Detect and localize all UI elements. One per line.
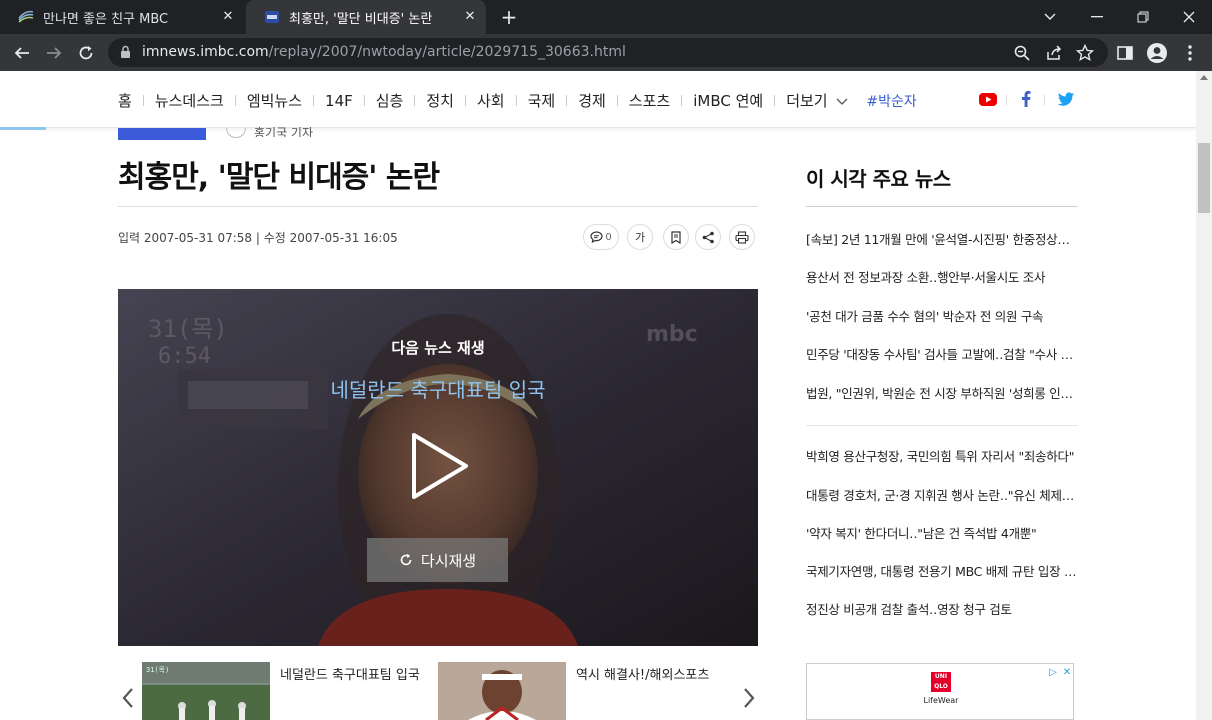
- related-video-title[interactable]: 역시 해결사!/해외스포츠: [576, 664, 709, 683]
- imbc-favicon-icon: [265, 11, 279, 23]
- hashtag-link[interactable]: #박순자: [866, 91, 916, 111]
- divider: [806, 206, 1078, 207]
- reporter-name[interactable]: 홍기국 기자: [254, 124, 313, 137]
- restore-icon[interactable]: [1120, 0, 1166, 34]
- forward-arrow-icon[interactable]: [41, 40, 67, 66]
- news-list-item[interactable]: 민주당 '대장동 수사팀' 검사들 고발에‥검찰 "수사 방해": [806, 344, 1078, 363]
- menu-item-indepth[interactable]: 심층: [376, 90, 404, 111]
- facebook-icon[interactable]: [1016, 89, 1036, 109]
- video-player[interactable]: 31(목) 6:54 mbc 다음 뉴스 재생 네덜란드 축구대표팀 입국 다시…: [118, 289, 758, 646]
- menu-item-newsdesk[interactable]: 뉴스데스크: [155, 90, 224, 111]
- site-header: 홈 뉴스데스크 엠빅뉴스 14F 심층 정치 사회 국제 경제 스포츠 iMBC…: [0, 71, 1196, 128]
- comment-count: 0: [605, 231, 612, 243]
- back-arrow-icon[interactable]: [9, 40, 35, 66]
- menu-item-14f[interactable]: 14F: [325, 92, 353, 110]
- menu-item-home[interactable]: 홈: [118, 90, 132, 111]
- news-list-item[interactable]: '공천 대가 금품 수수 혐의' 박순자 전 의원 구속: [806, 306, 1078, 325]
- chevron-down-icon: [836, 98, 848, 105]
- scroll-up-arrow-icon[interactable]: [1200, 75, 1208, 80]
- share-icon[interactable]: [1045, 44, 1063, 62]
- adchoices-icon[interactable]: ▷: [1047, 667, 1059, 679]
- tab-title: 최홍만, '말단 비대증' 논란: [289, 11, 433, 27]
- menu-item-society[interactable]: 사회: [477, 90, 505, 111]
- comment-icon: [590, 231, 603, 243]
- svg-text:31(목): 31(목): [146, 666, 169, 674]
- share-icon: [702, 231, 714, 243]
- advertisement-banner[interactable]: UNI QLO LifeWear ▷ ✕: [806, 663, 1074, 720]
- play-icon[interactable]: [408, 431, 472, 501]
- news-list-item[interactable]: [속보] 2년 11개월 만에 '윤석열-시진핑' 한중정상회담: [806, 229, 1078, 248]
- article-dates: 입력 2007-05-31 07:58 | 수정 2007-05-31 16:0…: [118, 231, 398, 245]
- news-list-item[interactable]: 대통령 경호처, 군·경 지휘권 행사 논란‥"유신 체제로 회귀": [806, 485, 1078, 504]
- uniqlo-logo: UNI QLO: [931, 672, 951, 692]
- reporter-avatar-icon: [226, 128, 246, 138]
- close-tab-icon[interactable]: ✕: [462, 9, 478, 25]
- menu-item-more[interactable]: 더보기: [786, 90, 848, 111]
- news-list-item[interactable]: 박희영 용산구청장, 국민의힘 특위 자리서 "죄송하다": [806, 446, 1078, 465]
- article-headline: 최홍만, '말단 비대증' 논란: [118, 160, 440, 195]
- side-panel-icon[interactable]: [1114, 42, 1136, 64]
- bookmark-icon: [671, 230, 681, 244]
- print-button[interactable]: [729, 224, 755, 250]
- sidebar-title: 이 시각 주요 뉴스: [806, 167, 951, 191]
- next-news-title[interactable]: 네덜란드 축구대표팀 입국: [118, 374, 758, 403]
- news-list-item[interactable]: 국제기자연맹, 대통령 전용기 MBC 배제 규탄 입장 발표: [806, 561, 1078, 580]
- reading-progress-bar: [0, 127, 46, 130]
- related-video-thumbnail[interactable]: [438, 662, 566, 720]
- close-ad-icon[interactable]: ✕: [1061, 667, 1073, 679]
- related-video-title[interactable]: 네덜란드 축구대표팀 입국: [280, 664, 420, 683]
- menu-item-politics[interactable]: 정치: [426, 90, 454, 111]
- browser-menu-icon[interactable]: [1179, 42, 1201, 64]
- print-icon: [735, 230, 749, 244]
- news-list-item[interactable]: 법원, "인권위, 박원순 전 시장 부하직원 '성희롱 인정' 정당": [806, 383, 1078, 402]
- menu-item-economy[interactable]: 경제: [578, 90, 606, 111]
- browser-tab[interactable]: 만나면 좋은 친구 MBC ✕: [0, 0, 244, 34]
- category-badge[interactable]: [118, 128, 206, 140]
- browser-tab-active[interactable]: 최홍만, '말단 비대증' 논란 ✕: [246, 0, 486, 34]
- address-bar[interactable]: imnews.imbc.com/replay/2007/nwtoday/arti…: [108, 38, 1108, 67]
- youtube-icon[interactable]: [978, 89, 998, 109]
- close-tab-icon[interactable]: ✕: [220, 9, 236, 25]
- divider: [118, 206, 758, 207]
- carousel-prev-icon[interactable]: [121, 687, 135, 709]
- font-size-button[interactable]: 가: [627, 224, 653, 250]
- bookmark-button[interactable]: [663, 224, 689, 250]
- tab-title: 만나면 좋은 친구 MBC: [43, 11, 169, 27]
- replay-button[interactable]: 다시재생: [367, 538, 508, 582]
- menu-item-imbc-entertainment[interactable]: iMBC 연예: [693, 90, 763, 111]
- news-list-item[interactable]: 정진상 비공개 검찰 출석‥영장 청구 검토: [806, 599, 1078, 618]
- bookmark-star-icon[interactable]: [1076, 44, 1094, 62]
- carousel-next-icon[interactable]: [742, 687, 756, 709]
- minimize-icon[interactable]: [1074, 0, 1120, 34]
- scrollbar-thumb[interactable]: [1198, 143, 1210, 213]
- divider: [806, 425, 1078, 426]
- lock-icon: [121, 45, 130, 58]
- menu-item-embig[interactable]: 엠빅뉴스: [247, 90, 302, 111]
- profile-avatar-icon[interactable]: [1146, 42, 1168, 64]
- comment-button[interactable]: 0: [583, 224, 619, 250]
- mbc-favicon-icon: [18, 10, 34, 23]
- news-list-item[interactable]: '약자 복지' 한다더니‥"남은 건 즉석밥 4개뿐": [806, 523, 1078, 542]
- replay-icon: [400, 553, 412, 566]
- share-button[interactable]: [695, 224, 721, 250]
- next-news-label: 다음 뉴스 재생: [391, 339, 485, 357]
- browser-toolbar: imnews.imbc.com/replay/2007/nwtoday/arti…: [0, 34, 1212, 71]
- menu-item-world[interactable]: 국제: [528, 90, 556, 111]
- related-video-thumbnail[interactable]: 31(목): [142, 662, 270, 720]
- browser-tab-strip: 만나면 좋은 친구 MBC ✕ 최홍만, '말단 비대증' 논란 ✕ +: [0, 0, 1212, 34]
- menu-item-sports[interactable]: 스포츠: [629, 90, 670, 111]
- zoom-icon[interactable]: [1013, 44, 1031, 62]
- twitter-icon[interactable]: [1056, 89, 1076, 109]
- ad-caption: LifeWear: [923, 696, 959, 705]
- new-tab-icon[interactable]: +: [498, 6, 520, 28]
- tab-search-icon[interactable]: [1027, 0, 1073, 34]
- main-menu: 홈 뉴스데스크 엠빅뉴스 14F 심층 정치 사회 국제 경제 스포츠 iMBC…: [118, 90, 917, 111]
- page-scrollbar[interactable]: [1196, 71, 1212, 720]
- close-window-icon[interactable]: [1166, 0, 1212, 34]
- reload-icon[interactable]: [73, 40, 99, 66]
- url-text: imnews.imbc.com/replay/2007/nwtoday/arti…: [142, 44, 626, 60]
- news-list-item[interactable]: 용산서 전 정보과장 소환‥행안부·서울시도 조사: [806, 267, 1078, 286]
